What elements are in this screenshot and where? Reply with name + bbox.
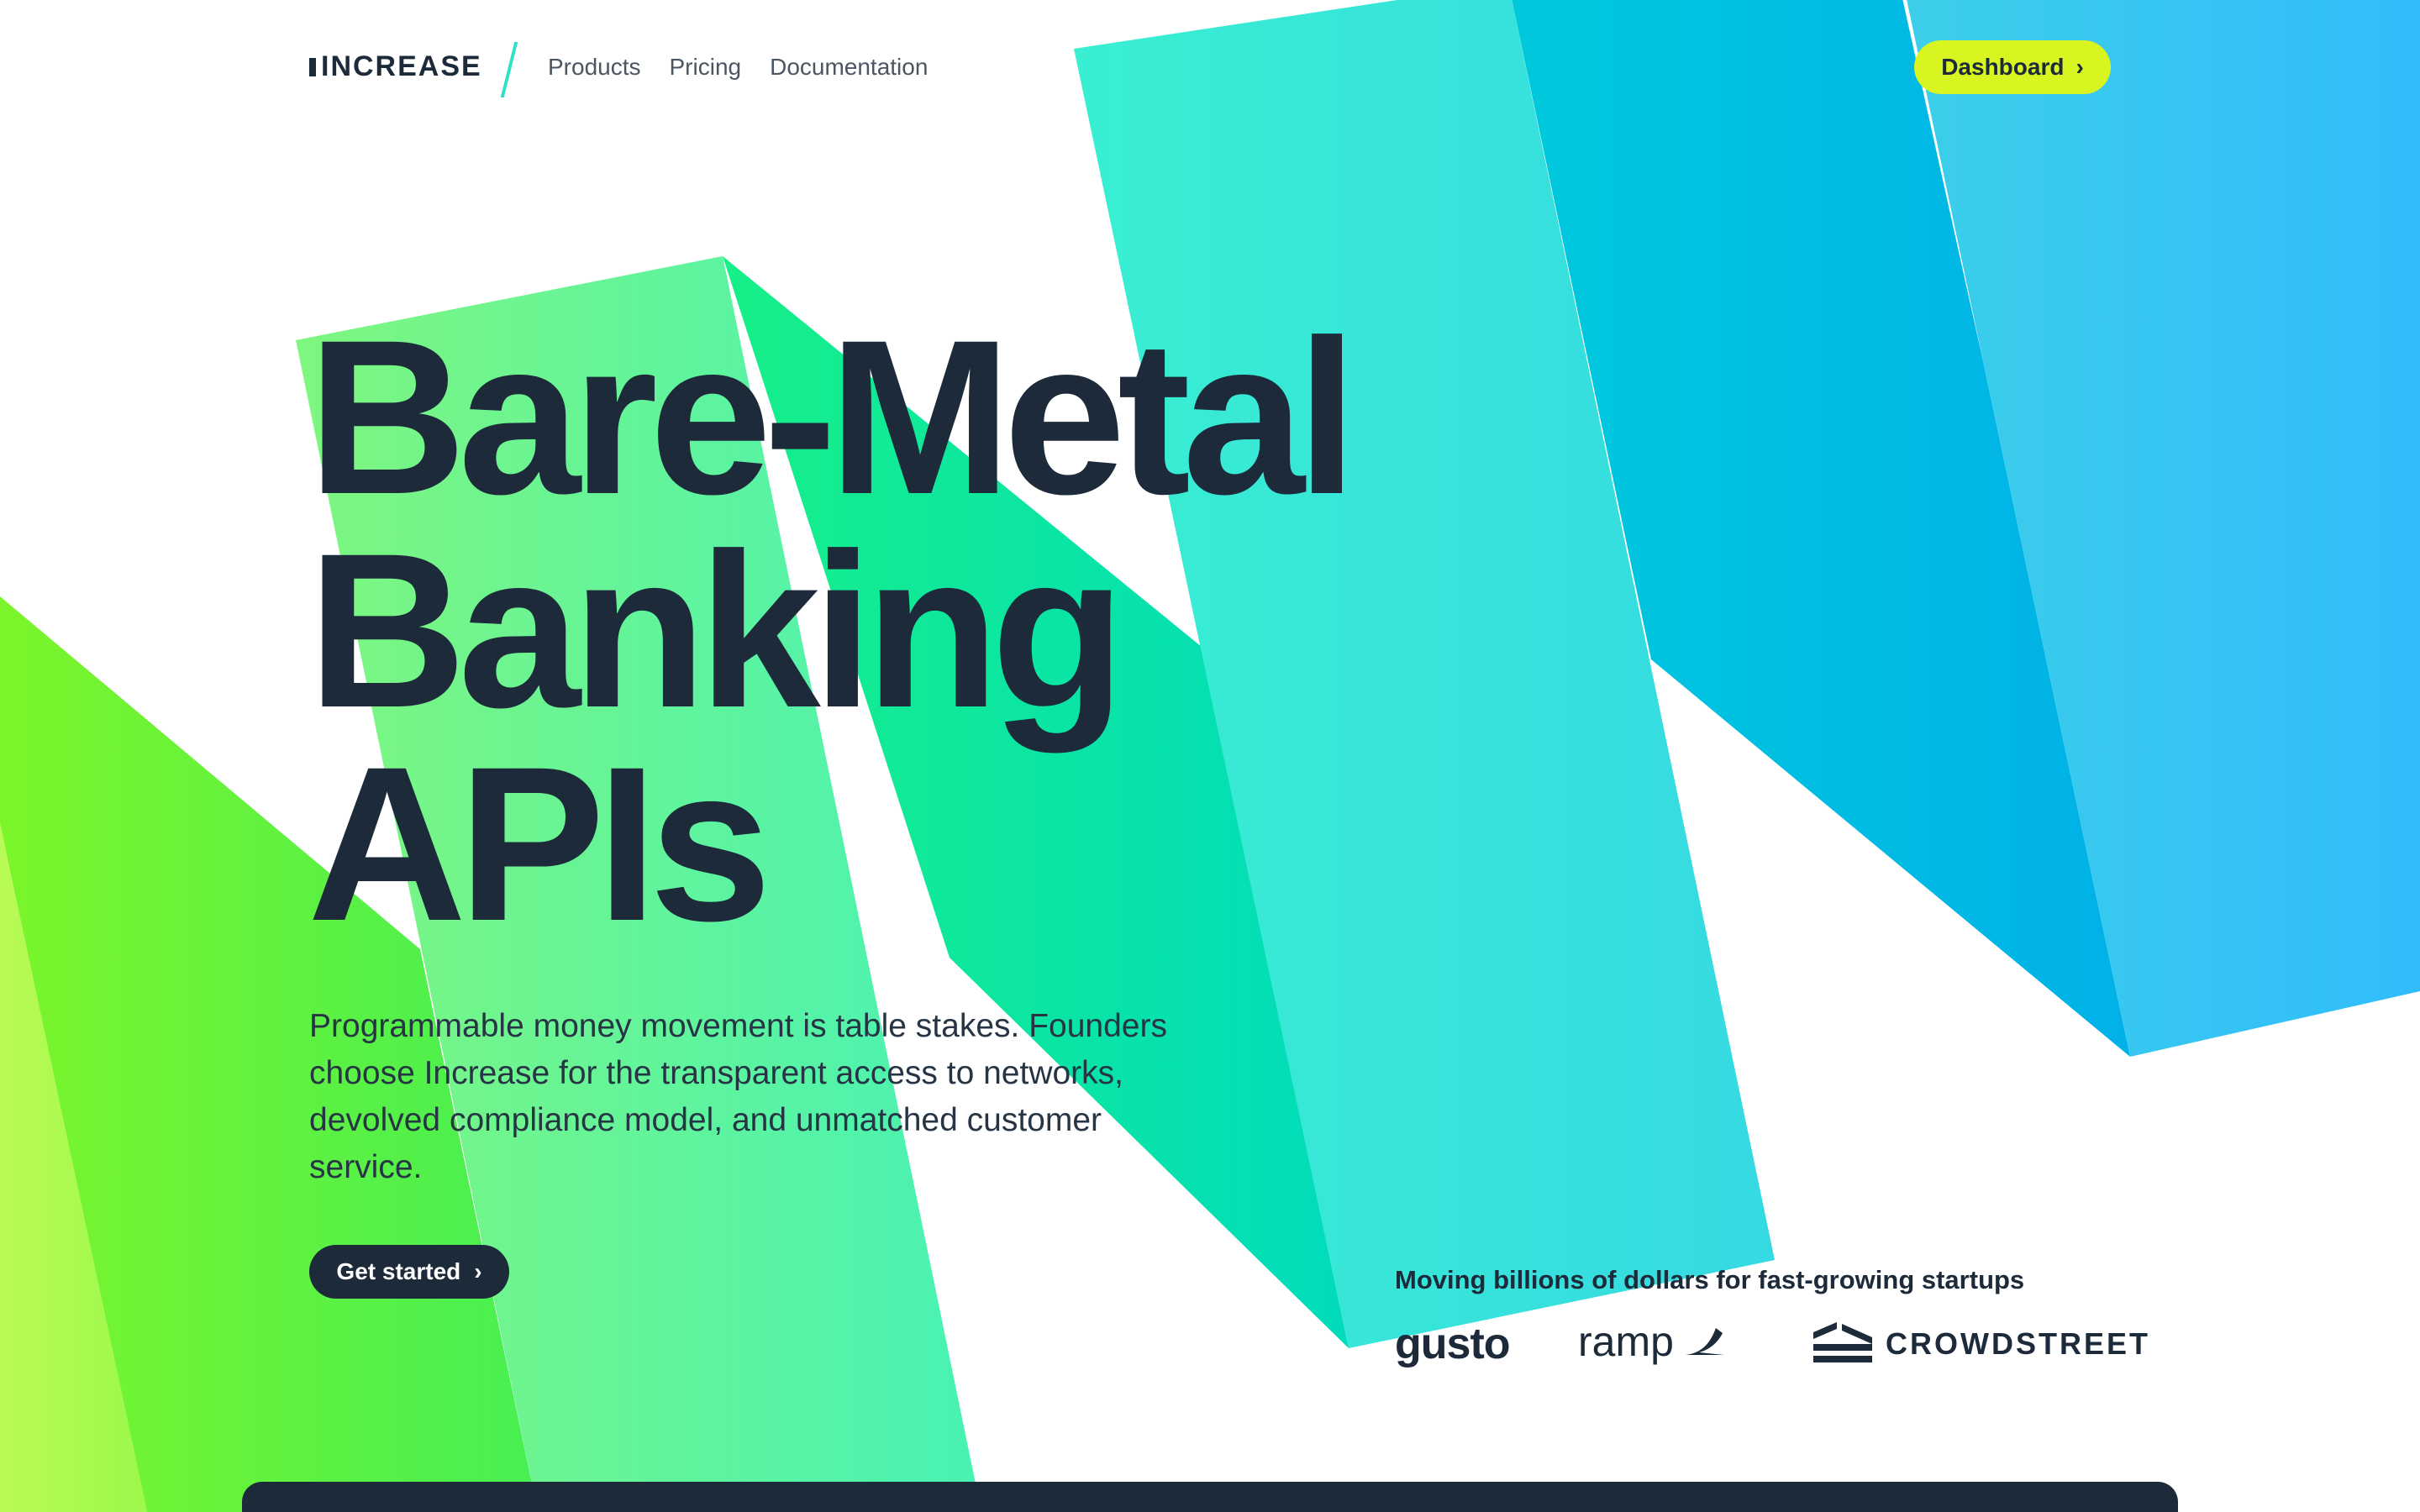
get-started-button[interactable]: Get started › xyxy=(309,1245,509,1299)
crowdstreet-wordmark: CROWDSTREET xyxy=(1886,1326,2150,1361)
nav-divider xyxy=(500,42,518,97)
crowdstreet-stack-icon xyxy=(1813,1322,1872,1362)
trust-section: Moving billions of dollars for fast-grow… xyxy=(1395,1265,2024,1295)
ramp-wing-icon xyxy=(1685,1328,1724,1355)
dashboard-button[interactable]: Dashboard › xyxy=(1914,40,2111,94)
nav-link-products[interactable]: Products xyxy=(548,54,641,81)
hero-title-line-1: Bare-Metal xyxy=(308,294,1358,540)
page: INCREASE Products Pricing Documentation … xyxy=(0,0,2420,1512)
chevron-right-icon: › xyxy=(2075,54,2084,80)
chevron-right-icon: › xyxy=(474,1258,482,1284)
get-started-label: Get started xyxy=(336,1258,461,1284)
crowdstreet-logo: CROWDSTREET xyxy=(1813,1322,2150,1366)
logo-text: INCREASE xyxy=(321,50,482,82)
nav-link-documentation[interactable]: Documentation xyxy=(770,54,928,81)
nav-links: Products Pricing Documentation xyxy=(548,54,928,81)
gusto-logo: gusto xyxy=(1395,1320,1511,1368)
hero-description: Programmable money movement is table sta… xyxy=(309,1008,1167,1185)
hero-title-line-2: Banking xyxy=(308,507,1126,753)
ramp-wordmark: ramp xyxy=(1578,1318,1674,1365)
nav-link-pricing[interactable]: Pricing xyxy=(670,54,742,81)
top-nav: INCREASE Products Pricing Documentation … xyxy=(0,0,2420,134)
hero-title: Bare-Metal Banking APIs xyxy=(308,294,1484,967)
bottom-dark-panel xyxy=(242,1482,2178,1512)
increase-logo[interactable]: INCREASE xyxy=(309,50,482,83)
customer-logos: gusto ramp CROWDSTREET xyxy=(1395,1317,2148,1376)
dashboard-label: Dashboard xyxy=(1941,54,2065,80)
ramp-logo: ramp xyxy=(1578,1317,1726,1366)
hero-title-line-3: APIs xyxy=(308,721,771,967)
trust-label: Moving billions of dollars for fast-grow… xyxy=(1395,1265,2025,1294)
logo-mark-icon xyxy=(309,57,316,76)
